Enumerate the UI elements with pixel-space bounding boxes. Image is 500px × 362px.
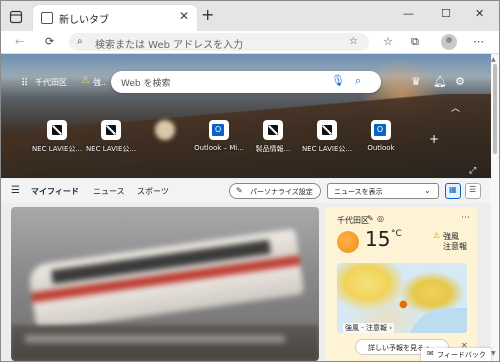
quicklink-label: 製品情報... [255,145,291,153]
personalize-icon: ✎ [236,186,243,195]
map-alert-label[interactable]: 強風 - 注意報 › [343,323,395,333]
warning-icon: ⚠ [81,75,90,86]
weather-card[interactable]: 千代田区 ✎ ◎ ⋯ 15 °C ⚠ 強風 注意報 ● 強風 - 注意報 › 詳… [325,207,477,361]
minimize-button[interactable]: — [403,7,414,20]
nec-site-icon [47,120,67,140]
list-view-button[interactable]: ☰ [465,183,481,199]
edit-icon[interactable]: ✎ [367,214,374,223]
add-favorite-icon[interactable]: ☆ [349,36,358,47]
search-icon: ⌕ [77,36,83,47]
weather-map[interactable]: ● 強風 - 注意報 › [337,263,467,333]
browser-window: 新しいタブ ✕ + — ☐ ✕ ← ⟳ ⌕ 検索または Web アドレスを入力 … [0,0,500,362]
location-pin-icon: ● [399,299,408,310]
add-quicklink-button[interactable]: + [429,132,439,146]
hero-location[interactable]: 千代田区 [35,77,67,88]
hero-weather-text[interactable]: 強.. [93,77,106,88]
quicklink-label: NEC LAVIE公... [31,145,83,153]
favorites-icon[interactable]: ☆ [383,35,393,48]
personalize-label: パーソナライズ設定 [250,188,313,196]
notifications-icon[interactable]: 🔔︎ [433,75,447,88]
scroll-thumb[interactable] [493,64,497,154]
tab-strip: 新しいタブ ✕ + — ☐ ✕ [1,1,499,31]
news-view-select[interactable]: ニュースを表示 ⌄ [327,183,439,199]
close-window-button[interactable]: ✕ [475,7,484,20]
tab-close-icon[interactable]: ✕ [179,9,189,23]
toolbar: ← ⟳ ⌕ 検索または Web アドレスを入力 ☆ ☆ ⧉ ⋯ [1,31,499,54]
tab-sports[interactable]: スポーツ [137,186,169,197]
scroll-down-arrow[interactable]: ▼ [491,350,496,357]
tab-actions-icon[interactable] [9,9,23,24]
weather-alert-line2[interactable]: 注意報 [443,241,467,252]
feedback-icon: ✉ [427,349,434,358]
tab-page-icon [41,12,53,24]
personalize-button[interactable]: ✎ パーソナライズ設定 [229,183,321,199]
app-launcher-icon[interactable]: ⠿ [21,78,28,89]
quicklink-label: Outlook [367,144,395,152]
address-placeholder: 検索または Web アドレスを入力 [95,40,244,51]
warning-icon: ⚠ [433,231,441,240]
nec-site-icon [317,120,337,140]
feed-nav: ☰ マイフィード ニュース スポーツ ✎ パーソナライズ設定 ニュースを表示 ⌄… [1,179,491,203]
search-icon[interactable]: ⌕ [355,74,361,88]
hero-background: ⠿ 千代田区 ⚠ 強.. Web を検索 🎙 ⌕ ♛ 🔔︎ ⚙ ︿ NEC LA… [1,54,491,178]
microphone-icon[interactable]: 🎙 [331,74,345,87]
temperature-unit[interactable]: °C [391,229,402,239]
more-menu-icon[interactable]: ⋯ [473,35,484,48]
web-search-box[interactable]: Web を検索 🎙 ⌕ [111,71,381,93]
collections-icon[interactable]: ⧉ [411,35,419,49]
tab-my-feed[interactable]: マイフィード [31,186,79,197]
news-headline-blurred [25,335,285,343]
tab-title: 新しいタブ [59,15,109,26]
outlook-icon [209,120,229,140]
outlook-icon [371,120,391,140]
list-icon: ☰ [469,185,477,194]
news-view-label: ニュースを表示 [334,188,383,196]
reload-button[interactable]: ⟳ [45,35,54,48]
quicklink-label: Outlook – Mi... [194,144,244,152]
tab-new-tab[interactable]: 新しいタブ ✕ [33,5,197,31]
rewards-icon[interactable]: ♛ [411,75,421,88]
quicklink-label: NEC LAVIE公... [301,145,353,153]
locate-icon[interactable]: ◎ [377,214,384,223]
temperature-value: 15 [365,227,391,251]
maximize-button[interactable]: ☐ [441,7,451,20]
news-card[interactable] [11,207,319,361]
quicklink-label: NEC LAVIE公... [85,145,137,153]
profile-avatar[interactable] [441,34,457,50]
tab-news[interactable]: ニュース [93,186,125,197]
feedback-button[interactable]: ✉ フィードバック [421,348,491,361]
feedback-label: フィードバック [437,351,486,359]
news-image-ground [11,325,319,361]
new-tab-button[interactable]: + [201,7,214,23]
nec-site-icon [101,120,121,140]
more-options-icon[interactable]: ⋯ [461,213,470,223]
settings-icon[interactable]: ⚙ [455,75,465,88]
page-scrollbar[interactable]: ▲ ▼ [491,54,499,361]
scroll-up-arrow[interactable]: ▲ [491,56,496,63]
grid-view-button[interactable]: ▦ [445,183,461,199]
blurred-site-icon [155,120,175,140]
detailed-forecast-label: 詳しい予報を見る › [368,344,430,352]
hero-landscape [1,94,491,178]
grid-icon: ▦ [449,185,457,194]
weather-location[interactable]: 千代田区 [337,215,369,226]
expand-icon[interactable]: ⤢ [469,166,476,176]
back-button[interactable]: ← [15,35,24,48]
nec-site-icon [263,120,283,140]
address-bar[interactable]: ⌕ 検索または Web アドレスを入力 ☆ [69,33,369,51]
chevron-down-icon: ⌄ [424,186,431,195]
web-search-placeholder: Web を検索 [121,79,171,89]
sunny-icon [337,231,359,253]
chevron-up-icon[interactable]: ︿ [451,101,460,114]
hamburger-menu-icon[interactable]: ☰ [11,185,20,196]
